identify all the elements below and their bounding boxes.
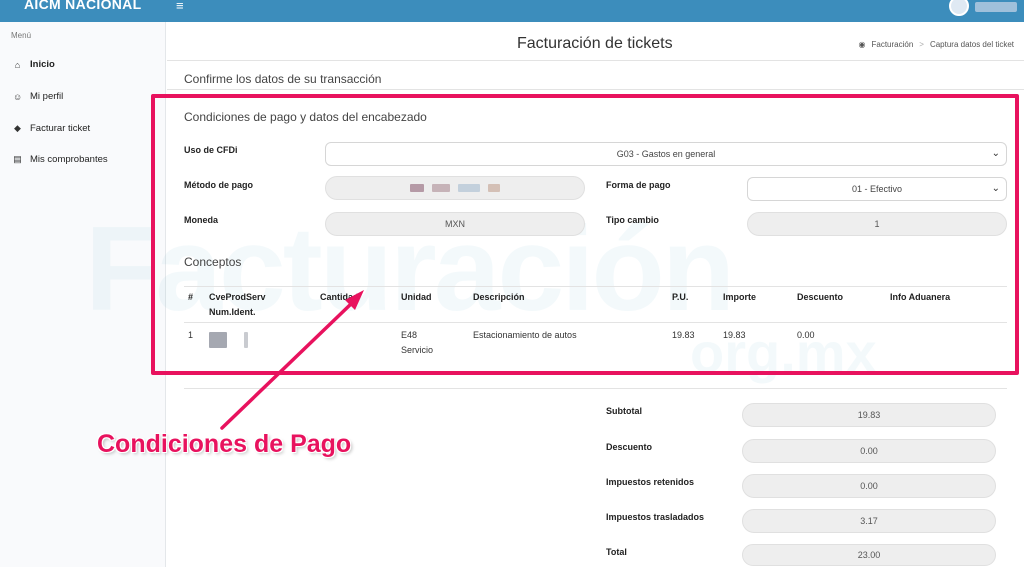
breadcrumb: ◉ Facturación > Captura datos del ticket [859, 40, 1015, 49]
ticket-icon: ◆ [14, 123, 21, 133]
col-header-num: # [188, 292, 194, 302]
breadcrumb-item-facturacion[interactable]: Facturación [871, 40, 913, 49]
chevron-down-icon: ⌄ [991, 148, 1000, 159]
sidebar-item-inicio[interactable]: ⌂ Inicio [13, 59, 55, 70]
impuestos-retenidos-field[interactable]: 0.00 [742, 474, 996, 498]
total-label: Total [606, 547, 627, 557]
hamburger-menu-icon[interactable]: ≡ [176, 0, 184, 13]
cell-unidad-servicio: Servicio [401, 345, 434, 355]
divider [184, 388, 1007, 389]
smiley-icon: ☺ [13, 91, 23, 102]
col-header-numident: Num.Ident. [209, 307, 256, 317]
chevron-down-icon: ⌄ [991, 183, 1000, 194]
cell-descuento: 0.00 [797, 330, 815, 340]
top-navbar: AICM NACIONAL ≡ [0, 0, 1024, 22]
page-title: Facturación de tickets [517, 35, 673, 52]
cell-num: 1 [188, 330, 194, 340]
col-header-descripcion: Descripción [473, 292, 525, 302]
uso-cfdi-value: G03 - Gastos en general [616, 149, 716, 159]
cell-importe: 19.83 [723, 330, 746, 340]
forma-pago-label: Forma de pago [606, 180, 671, 190]
sidebar-header: Menú [11, 31, 32, 40]
dashboard-icon: ◉ [858, 40, 866, 49]
col-header-pu: P.U. [672, 292, 689, 302]
subtotal-label: Subtotal [606, 406, 642, 416]
cell-cveprodserv-redacted [209, 332, 248, 350]
redacted-value-block [243, 332, 248, 348]
redacted-value-block [488, 184, 500, 192]
subtotal-field[interactable]: 19.83 [742, 403, 996, 427]
confirm-title: Confirme los datos de su transacción [184, 72, 382, 86]
moneda-field[interactable]: MXN [325, 212, 585, 236]
tipo-cambio-label: Tipo cambio [606, 215, 659, 225]
col-header-cantidad: Cantidad [320, 292, 359, 302]
descuento-total-value: 0.00 [860, 446, 878, 456]
tipo-cambio-value: 1 [874, 219, 880, 229]
tipo-cambio-field[interactable]: 1 [747, 212, 1007, 236]
metodo-pago-label: Método de pago [184, 180, 253, 190]
descuento-total-field[interactable]: 0.00 [742, 439, 996, 463]
col-header-descuento: Descuento [797, 292, 844, 302]
total-value: 23.00 [857, 550, 881, 560]
divider [167, 60, 1024, 61]
forma-pago-select[interactable]: 01 - Efectivo ⌄ [747, 177, 1007, 201]
divider [167, 89, 1024, 90]
redacted-value-block [209, 332, 227, 348]
subtotal-value: 19.83 [857, 410, 881, 420]
breadcrumb-separator-icon: > [919, 40, 924, 49]
descuento-total-label: Descuento [606, 442, 653, 452]
uso-cfdi-select[interactable]: G03 - Gastos en general ⌄ [325, 142, 1007, 166]
cell-descripcion: Estacionamiento de autos [473, 330, 577, 340]
sidebar: Menú ⌂ Inicio ☺ Mi perfil ◆ Facturar tic… [0, 22, 166, 567]
sidebar-item-label: Inicio [30, 59, 55, 70]
moneda-label: Moneda [184, 215, 219, 225]
impuestos-retenidos-label: Impuestos retenidos [606, 477, 695, 487]
sidebar-item-label: Mi perfil [30, 91, 64, 102]
sidebar-item-mi-perfil[interactable]: ☺ Mi perfil [13, 91, 63, 102]
metodo-pago-field[interactable] [325, 176, 585, 200]
impuestos-trasladados-value: 3.17 [860, 516, 878, 526]
cell-pu: 19.83 [672, 330, 695, 340]
col-header-cveprodserv: CveProdServ [209, 292, 266, 302]
sidebar-item-label: Facturar ticket [30, 123, 91, 134]
forma-pago-value: 01 - Efectivo [851, 184, 903, 194]
user-avatar-icon[interactable] [949, 0, 969, 16]
breadcrumb-item-current: Captura datos del ticket [929, 40, 1014, 49]
cell-unidad: E48 [401, 330, 418, 340]
impuestos-trasladados-field[interactable]: 3.17 [742, 509, 996, 533]
uso-cfdi-label: Uso de CFDi [184, 145, 238, 155]
annotation-label: Condiciones de Pago [97, 430, 352, 458]
total-field[interactable]: 23.00 [742, 544, 996, 566]
col-header-info-aduanera: Info Aduanera [890, 292, 951, 302]
impuestos-retenidos-value: 0.00 [860, 481, 878, 491]
col-header-importe: Importe [723, 292, 757, 302]
section-title: Condiciones de pago y datos del encabeza… [184, 110, 427, 124]
sidebar-item-label: Mis comprobantes [30, 154, 108, 165]
user-name-redacted[interactable] [975, 2, 1017, 12]
app-brand[interactable]: AICM NACIONAL [24, 0, 141, 12]
home-icon: ⌂ [14, 59, 21, 70]
redacted-value-block [458, 184, 480, 192]
impuestos-trasladados-label: Impuestos trasladados [606, 512, 705, 522]
divider [184, 286, 1007, 287]
sidebar-item-mis-comprobantes[interactable]: ▤ Mis comprobantes [13, 154, 108, 165]
list-icon: ▤ [13, 154, 22, 164]
col-header-unidad: Unidad [401, 292, 432, 302]
redacted-value-block [410, 184, 424, 192]
moneda-value: MXN [445, 219, 465, 229]
conceptos-title: Conceptos [184, 255, 242, 269]
sidebar-item-facturar-ticket[interactable]: ◆ Facturar ticket [13, 123, 90, 134]
redacted-value-block [432, 184, 450, 192]
divider [184, 322, 1007, 323]
